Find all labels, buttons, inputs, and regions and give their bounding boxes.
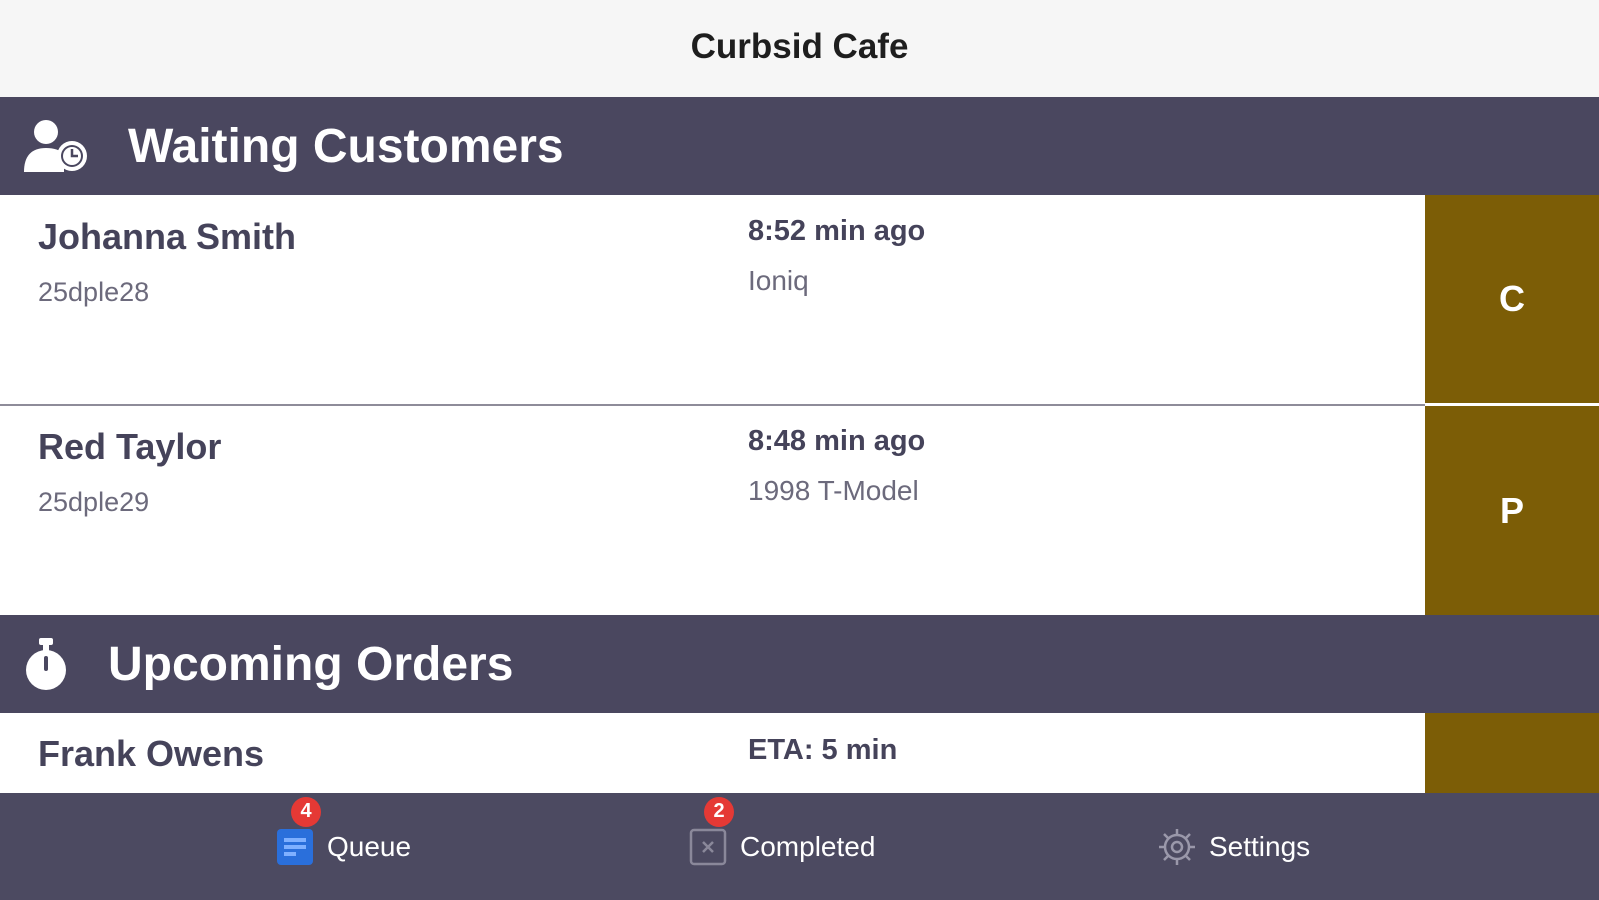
navigation-bar: Curbsid Cafe — [0, 0, 1599, 97]
completed-badge: 2 — [704, 796, 734, 827]
tab-settings-label: Settings — [1209, 830, 1311, 862]
stopwatch-icon — [24, 636, 70, 692]
tab-completed[interactable]: 2 Completed — [688, 793, 875, 900]
customer-name: Frank Owens — [38, 733, 265, 774]
customer-name: Johanna Smith — [38, 216, 297, 257]
tab-queue[interactable]: 4 Queue — [275, 793, 411, 900]
customer-row[interactable]: Red Taylor 25dple29 8:48 min ago 1998 T-… — [0, 406, 1599, 615]
upcoming-orders-header: Upcoming Orders — [0, 615, 1599, 713]
order-eta: ETA: 5 min — [748, 734, 898, 766]
order-row[interactable]: Frank Owens ETA: 5 min — [0, 713, 1599, 793]
completed-icon: 2 — [688, 796, 734, 867]
customer-action-button[interactable]: C — [1425, 195, 1599, 403]
customer-row[interactable]: Johanna Smith 25dple28 8:52 min ago Ioni… — [0, 195, 1599, 403]
order-code: 25dple28 — [38, 277, 150, 307]
order-code: 25dple29 — [38, 487, 150, 517]
user-clock-icon — [22, 118, 92, 174]
queue-icon: 4 — [275, 796, 321, 867]
tab-queue-label: Queue — [327, 830, 412, 862]
order-action-button[interactable] — [1425, 713, 1599, 793]
vehicle-name: 1998 T-Model — [748, 475, 919, 506]
wait-time: 8:48 min ago — [748, 425, 926, 457]
vehicle-name: Ioniq — [748, 265, 809, 296]
wait-time: 8:52 min ago — [748, 215, 926, 247]
app-window: Curbsid Cafe Waiting Customers Johanna S… — [0, 0, 1599, 900]
app-title: Curbsid Cafe — [690, 26, 909, 66]
waiting-customers-header: Waiting Customers — [0, 97, 1599, 195]
tab-bar: 4 Queue 2 Completed Settings — [0, 793, 1599, 900]
customer-action-button[interactable]: P — [1425, 406, 1599, 615]
queue-badge: 4 — [291, 796, 321, 827]
tab-settings[interactable]: Settings — [1157, 793, 1310, 900]
tab-completed-label: Completed — [740, 830, 876, 862]
customer-name: Red Taylor — [38, 426, 222, 467]
waiting-customers-title: Waiting Customers — [128, 119, 564, 173]
upcoming-orders-title: Upcoming Orders — [108, 637, 514, 691]
gear-icon — [1157, 827, 1197, 867]
